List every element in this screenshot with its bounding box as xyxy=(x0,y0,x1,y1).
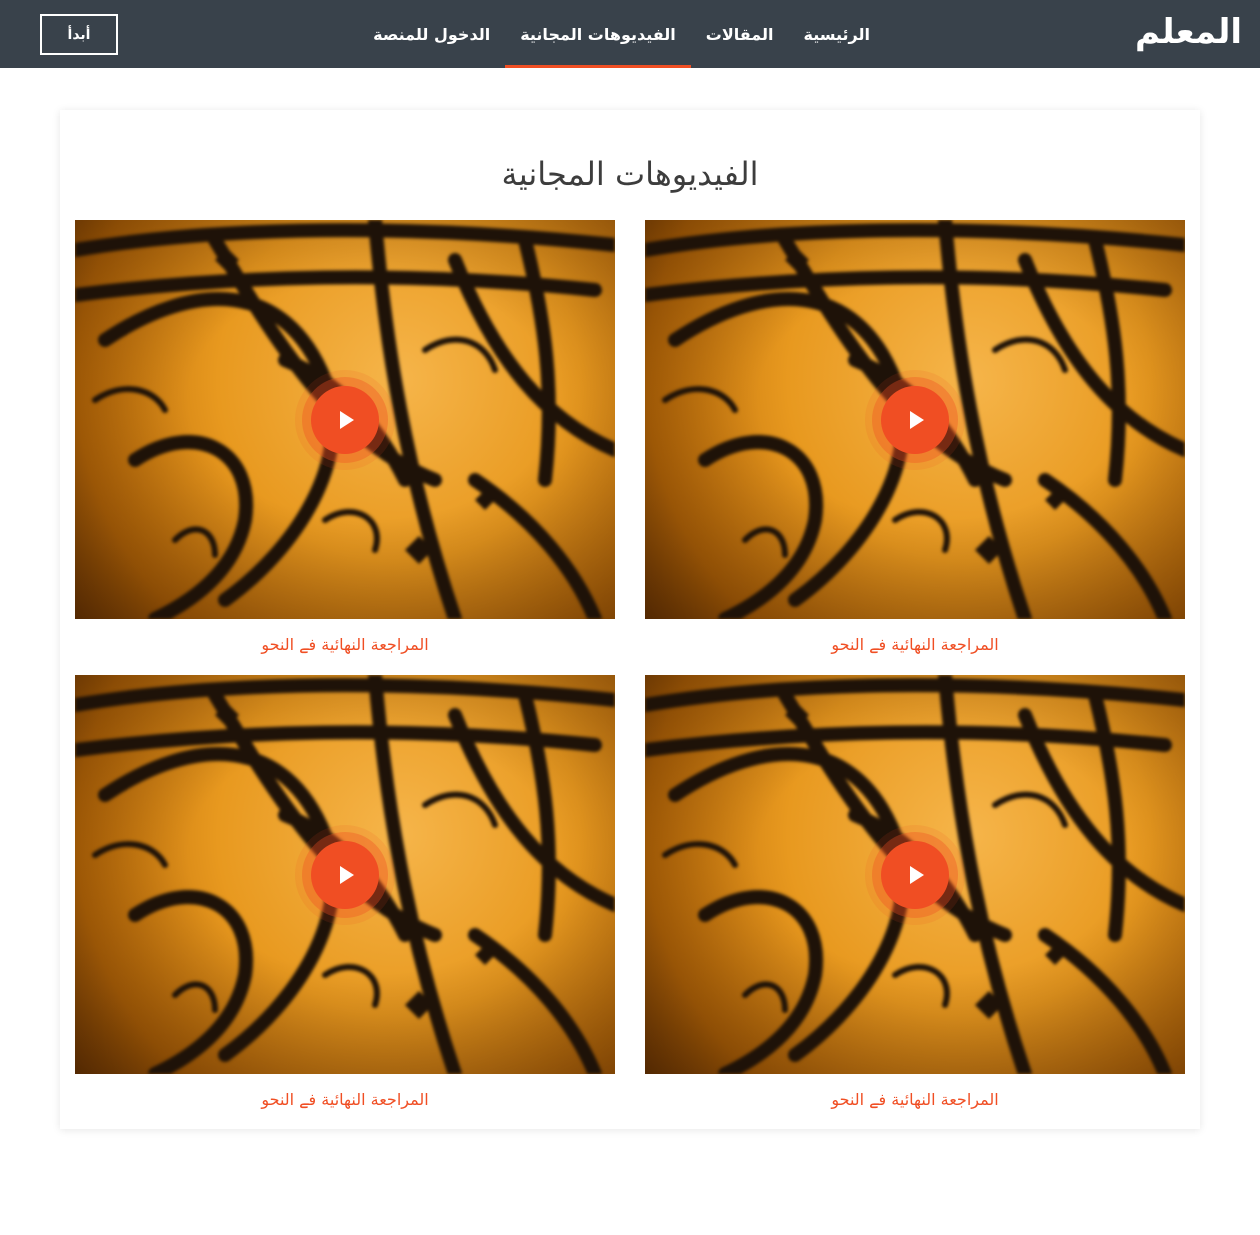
video-card: المراجعة النهائية فے النحو xyxy=(75,220,615,654)
video-title-link[interactable]: المراجعة النهائية فے النحو xyxy=(75,635,615,654)
video-thumbnail[interactable] xyxy=(75,220,615,619)
start-button[interactable]: أبدأ xyxy=(40,14,118,55)
video-card: المراجعة النهائية فے النحو xyxy=(75,675,615,1109)
play-icon xyxy=(910,865,924,884)
play-icon xyxy=(340,410,354,429)
play-button[interactable] xyxy=(311,385,379,454)
video-card: المراجعة النهائية فے النحو xyxy=(645,675,1185,1109)
brand-logo[interactable]: المعلم xyxy=(1135,6,1242,58)
play-button[interactable] xyxy=(881,385,949,454)
video-thumbnail[interactable] xyxy=(645,675,1185,1074)
video-title-link[interactable]: المراجعة النهائية فے النحو xyxy=(645,635,1185,654)
nav-item-platform-login[interactable]: الدخول للمنصة xyxy=(358,0,505,68)
main-nav: الرئيسية المقالات الفيديوهات المجانية ال… xyxy=(358,0,885,68)
nav-item-free-videos[interactable]: الفيديوهات المجانية xyxy=(505,0,691,68)
video-thumbnail[interactable] xyxy=(645,220,1185,619)
top-navbar: المعلم الرئيسية المقالات الفيديوهات المج… xyxy=(0,0,1260,68)
play-button[interactable] xyxy=(311,840,379,909)
play-icon xyxy=(910,410,924,429)
video-title-link[interactable]: المراجعة النهائية فے النحو xyxy=(75,1090,615,1109)
videos-card: الفيديوهات المجانية المراجعة النهائية فے… xyxy=(60,110,1200,1129)
page-title: الفيديوهات المجانية xyxy=(501,155,759,193)
nav-item-home[interactable]: الرئيسية xyxy=(789,0,886,68)
play-icon xyxy=(340,865,354,884)
play-button[interactable] xyxy=(881,840,949,909)
video-thumbnail[interactable] xyxy=(75,675,615,1074)
nav-item-articles[interactable]: المقالات xyxy=(691,0,789,68)
video-title-link[interactable]: المراجعة النهائية فے النحو xyxy=(645,1090,1185,1109)
video-card: المراجعة النهائية فے النحو xyxy=(645,220,1185,654)
